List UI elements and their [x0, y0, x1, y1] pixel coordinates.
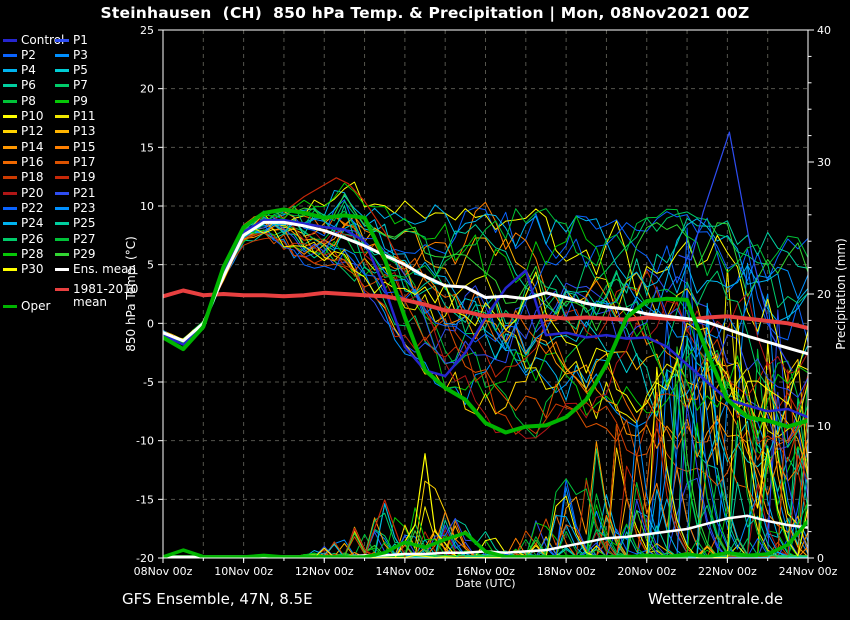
footer-model-info: GFS Ensemble, 47N, 8.5E — [122, 590, 313, 608]
x-axis-title: Date (UTC) — [163, 577, 808, 590]
precip-tick-label: 40 — [817, 24, 831, 37]
temp-tick-label: -15 — [136, 493, 154, 506]
temp-tick-label: 10 — [140, 200, 154, 213]
temp-tick-label: -20 — [136, 552, 154, 565]
precip-tick-label: 20 — [817, 288, 831, 301]
outlier-segment — [679, 132, 792, 370]
precip-tick-label: 0 — [817, 552, 824, 565]
meteogram-page: Steinhausen (CH) 850 hPa Temp. & Precipi… — [0, 0, 850, 620]
member-precip-p14 — [163, 442, 808, 556]
temp-axis-title: 850 hPa Temp. (°C) — [124, 236, 138, 352]
temp-tick-label: 25 — [140, 24, 154, 37]
precip-axis-title: Precipitation (mm) — [834, 238, 848, 350]
temp-tick-label: -10 — [136, 435, 154, 448]
temp-tick-label: 5 — [147, 259, 154, 272]
temp-tick-label: 20 — [140, 83, 154, 96]
precip-tick-label: 10 — [817, 420, 831, 433]
footer-site-credit: Wetterzentrale.de — [648, 590, 783, 608]
temp-tick-label: -5 — [143, 376, 154, 389]
precip-tick-label: 30 — [817, 156, 831, 169]
temp-tick-label: 15 — [140, 141, 154, 154]
temp-tick-label: 0 — [147, 317, 154, 330]
